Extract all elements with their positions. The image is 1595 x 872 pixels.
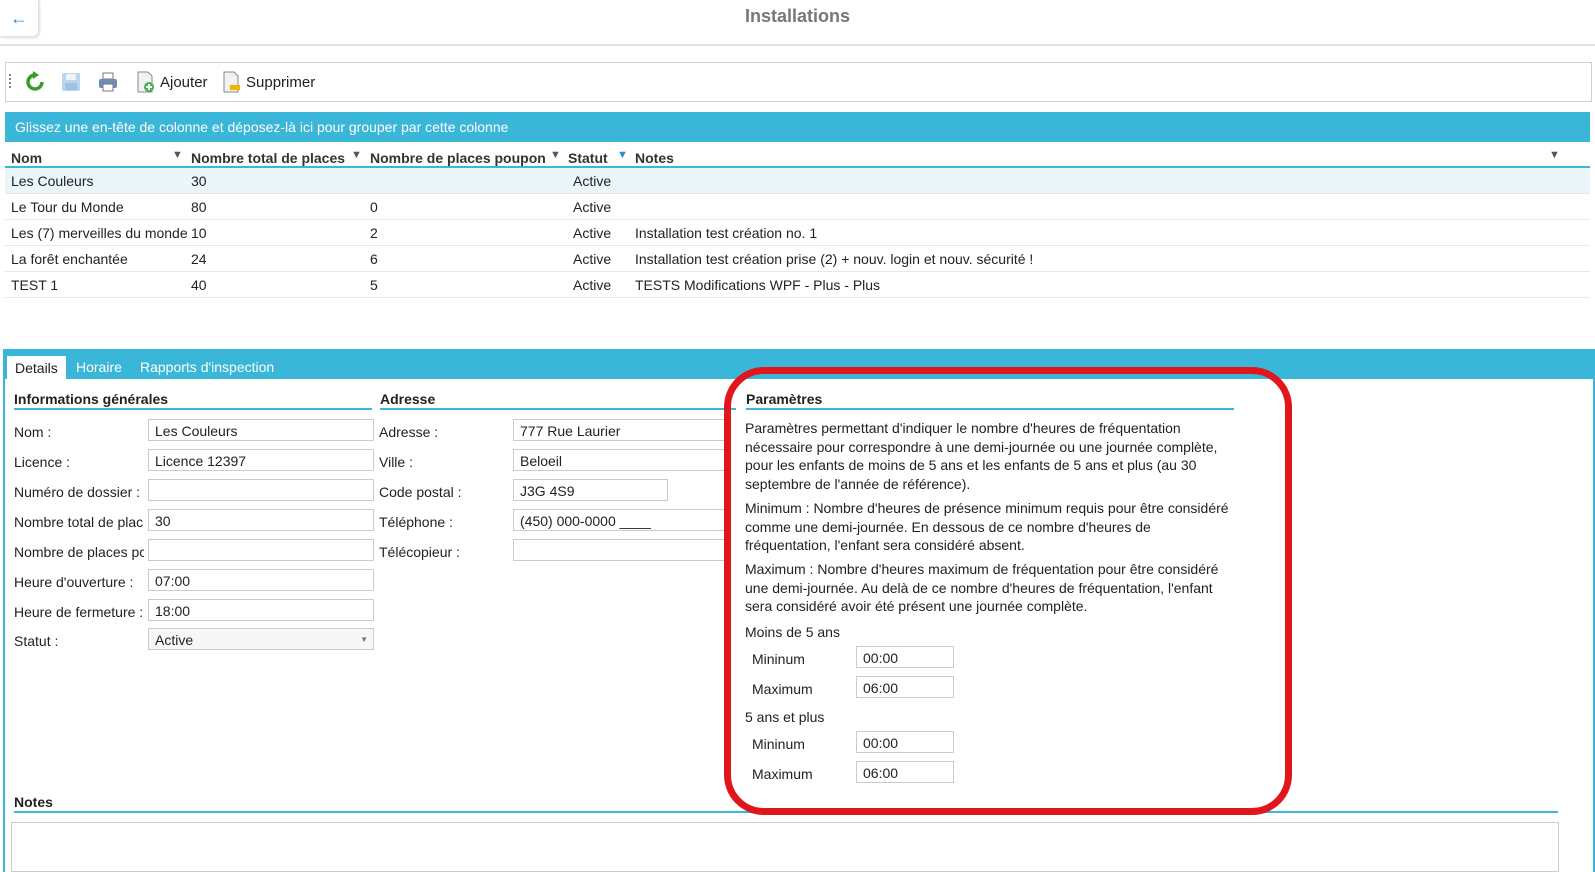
cell-nom: Le Tour du Monde xyxy=(11,199,124,215)
add-document-icon xyxy=(134,71,156,93)
add-button[interactable]: Ajouter xyxy=(134,69,208,95)
licence-input[interactable]: Licence 12397 xyxy=(148,449,374,471)
tab-rapports-inspection[interactable]: Rapports d'inspection xyxy=(140,355,274,379)
field-label-code-postal: Code postal : xyxy=(379,484,462,500)
refresh-button[interactable] xyxy=(24,69,46,95)
cell-total: 80 xyxy=(191,199,207,215)
refresh-icon xyxy=(24,71,46,93)
cell-poupon: 5 xyxy=(370,277,378,293)
delete-document-icon xyxy=(220,71,242,93)
cell-nom: TEST 1 xyxy=(11,277,59,293)
field-label-ville: Ville : xyxy=(379,454,413,470)
fermeture-input[interactable]: 18:00 xyxy=(148,599,374,621)
title-bar: ← Installations xyxy=(0,0,1595,46)
cell-statut: Active xyxy=(573,277,612,293)
address-heading: Adresse xyxy=(380,391,736,410)
column-header-statut[interactable]: Statut xyxy=(568,150,608,166)
cell-notes: Installation test création prise (2) + n… xyxy=(635,251,1034,267)
ouverture-input[interactable]: 07:00 xyxy=(148,569,374,591)
table-row[interactable]: Les Couleurs 30 Active xyxy=(5,168,1590,194)
places-poupon-input[interactable] xyxy=(148,539,374,561)
add-button-label: Ajouter xyxy=(160,73,208,91)
statut-select-value: Active xyxy=(155,632,194,648)
nom-input[interactable]: Les Couleurs xyxy=(148,419,374,441)
cell-statut: Active xyxy=(573,173,612,189)
cell-notes: Installation test création no. 1 xyxy=(635,225,818,241)
column-header-poupon[interactable]: Nombre de places poupon xyxy=(370,150,546,166)
delete-button[interactable]: Supprimer xyxy=(220,69,315,95)
tab-details[interactable]: Details xyxy=(7,354,66,380)
cell-total: 24 xyxy=(191,251,207,267)
field-label-statut: Statut : xyxy=(14,633,59,649)
column-header-notes[interactable]: Notes xyxy=(635,150,674,166)
code-postal-input[interactable]: J3G 4S9 xyxy=(513,479,668,501)
table-row[interactable]: Les (7) merveilles du monde 10 2 Active … xyxy=(5,220,1590,246)
filter-icon[interactable]: ▼ xyxy=(351,149,362,161)
field-label-nom: Nom : xyxy=(14,424,52,440)
column-header-nom[interactable]: Nom xyxy=(11,150,42,166)
field-label-telephone: Téléphone : xyxy=(379,514,453,530)
chevron-down-icon: ▼ xyxy=(360,635,368,644)
cell-nom: Les Couleurs xyxy=(11,173,94,189)
print-icon xyxy=(97,71,119,93)
field-label-adresse: Adresse : xyxy=(379,424,439,440)
adresse-input[interactable]: 777 Rue Laurier xyxy=(513,419,727,441)
cell-poupon: 0 xyxy=(370,199,378,215)
field-label-dossier: Numéro de dossier : xyxy=(14,484,141,500)
cell-nom: Les (7) merveilles du monde xyxy=(11,225,188,241)
filter-icon[interactable]: ▼ xyxy=(172,149,183,161)
notes-textarea[interactable] xyxy=(11,822,1559,872)
cell-poupon: 6 xyxy=(370,251,378,267)
table-row[interactable]: Le Tour du Monde 80 0 Active xyxy=(5,194,1590,220)
toolbar: Ajouter Supprimer xyxy=(5,62,1592,102)
statut-select[interactable]: Active ▼ xyxy=(148,628,374,650)
telecopieur-input[interactable] xyxy=(513,539,727,561)
dossier-input[interactable] xyxy=(148,479,374,501)
ville-input[interactable]: Beloeil xyxy=(513,449,727,471)
column-header-total[interactable]: Nombre total de places xyxy=(191,150,345,166)
field-label-places-poupon: Nombre de places pc xyxy=(14,544,144,560)
general-info-heading: Informations générales xyxy=(14,391,372,410)
highlight-annotation xyxy=(724,367,1292,815)
field-label-ouverture: Heure d'ouverture : xyxy=(14,574,134,590)
toolbar-grip[interactable] xyxy=(9,74,14,88)
save-button[interactable] xyxy=(60,69,82,95)
total-places-input[interactable]: 30 xyxy=(148,509,374,531)
cell-statut: Active xyxy=(573,199,612,215)
filter-icon[interactable]: ▼ xyxy=(1549,149,1560,161)
window-title: Installations xyxy=(744,6,851,26)
save-icon xyxy=(60,71,82,93)
table-row[interactable]: La forêt enchantée 24 6 Active Installat… xyxy=(5,246,1590,272)
field-label-telecopieur: Télécopieur : xyxy=(379,544,460,560)
grid-header: Nom ▼ Nombre total de places ▼ Nombre de… xyxy=(5,148,1590,168)
filter-icon[interactable]: ▼ xyxy=(550,149,561,161)
cell-poupon: 2 xyxy=(370,225,378,241)
cell-statut: Active xyxy=(573,251,612,267)
cell-total: 30 xyxy=(191,173,207,189)
print-button[interactable] xyxy=(97,69,119,95)
delete-button-label: Supprimer xyxy=(246,73,316,91)
cell-statut: Active xyxy=(573,225,612,241)
cell-nom: La forêt enchantée xyxy=(11,251,128,267)
filter-active-icon[interactable]: ▼ xyxy=(617,149,628,161)
group-by-panel[interactable]: Glissez une en-tête de colonne et dépose… xyxy=(5,112,1590,142)
field-label-fermeture: Heure de fermeture : xyxy=(14,604,144,620)
telephone-input[interactable]: (450) 000-0000 ____ xyxy=(513,509,727,531)
table-row[interactable]: TEST 1 40 5 Active TESTS Modifications W… xyxy=(5,272,1590,298)
cell-notes: TESTS Modifications WPF - Plus - Plus xyxy=(635,277,881,293)
group-by-hint: Glissez une en-tête de colonne et dépose… xyxy=(15,119,509,135)
cell-total: 10 xyxy=(191,225,207,241)
cell-total: 40 xyxy=(191,277,207,293)
field-label-total-places: Nombre total de plac xyxy=(14,514,144,530)
field-label-licence: Licence : xyxy=(14,454,71,470)
tab-horaire[interactable]: Horaire xyxy=(76,355,122,379)
